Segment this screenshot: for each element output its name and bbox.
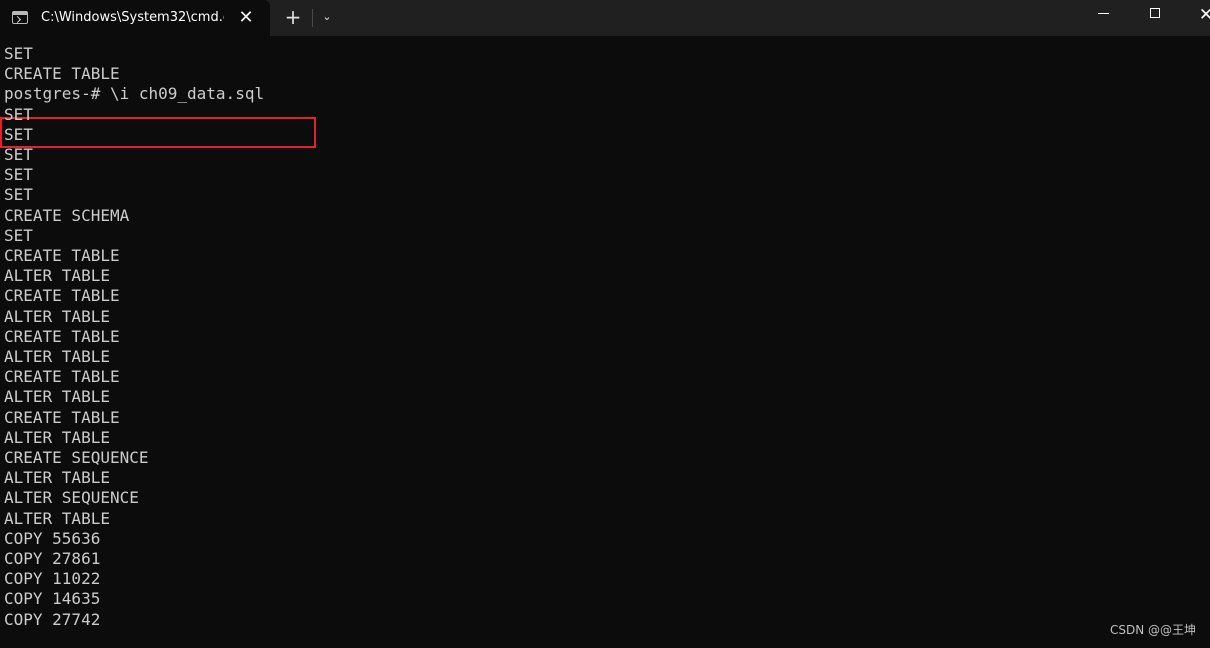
terminal-line: ALTER TABLE bbox=[4, 508, 110, 528]
titlebar-divider bbox=[312, 9, 313, 27]
terminal-line: ALTER TABLE bbox=[4, 266, 110, 286]
terminal-icon bbox=[12, 11, 28, 24]
terminal-line: ALTER TABLE bbox=[4, 468, 110, 488]
minimize-icon bbox=[1098, 13, 1109, 14]
terminal-line: CREATE TABLE bbox=[4, 367, 120, 387]
terminal-line: CREATE TABLE bbox=[4, 246, 120, 265]
maximize-button[interactable] bbox=[1132, 0, 1178, 30]
terminal-line: COPY 11022 bbox=[4, 569, 101, 589]
tab-title: C:\Windows\System32\cmd.e bbox=[41, 10, 224, 25]
window-close-button[interactable]: ✕ bbox=[1183, 0, 1210, 30]
terminal-line: SET bbox=[4, 104, 33, 124]
tab-close-icon[interactable]: ✕ bbox=[236, 8, 256, 28]
terminal-line: COPY 55636 bbox=[4, 528, 101, 548]
terminal-line: SET bbox=[4, 185, 33, 205]
new-tab-button[interactable]: + bbox=[281, 5, 305, 29]
minimize-button[interactable] bbox=[1081, 0, 1127, 30]
title-bar: C:\Windows\System32\cmd.e ✕ + ⌄ ✕ bbox=[0, 0, 1210, 36]
terminal-line: postgres-# \i ch09_data.sql bbox=[4, 84, 265, 104]
terminal-output[interactable]: SET CREATE TABLE postgres-# \i ch09_data.s… bbox=[0, 36, 1210, 648]
terminal-line: ALTER TABLE bbox=[4, 427, 110, 447]
terminal-line: CREATE TABLE bbox=[4, 326, 120, 346]
terminal-line: SET bbox=[4, 145, 33, 164]
terminal-line: COPY 27861 bbox=[4, 549, 101, 568]
watermark: CSDN @@王坤 bbox=[1110, 623, 1197, 637]
chevron-down-icon[interactable]: ⌄ bbox=[317, 6, 337, 28]
terminal-line: SET bbox=[4, 165, 33, 185]
terminal-line: COPY 27742 bbox=[4, 609, 101, 629]
terminal-line: CREATE SCHEMA bbox=[4, 205, 130, 225]
terminal-line: CREATE SEQUENCE bbox=[4, 448, 149, 467]
terminal-line: SET bbox=[4, 44, 33, 63]
terminal-line: ALTER TABLE bbox=[4, 387, 110, 407]
terminal-line: CREATE TABLE bbox=[4, 407, 120, 427]
terminal-line: SET bbox=[4, 225, 33, 245]
terminal-line: CREATE TABLE bbox=[4, 64, 120, 84]
tab-cmd[interactable]: C:\Windows\System32\cmd.e ✕ bbox=[0, 0, 270, 36]
highlight-box bbox=[0, 117, 316, 148]
terminal-line: SET bbox=[4, 124, 33, 144]
terminal-line: ALTER SEQUENCE bbox=[4, 488, 139, 508]
maximize-icon bbox=[1150, 8, 1160, 18]
terminal-line: ALTER TABLE bbox=[4, 347, 110, 366]
terminal-line: COPY 14635 bbox=[4, 589, 101, 609]
terminal-line: CREATE TABLE bbox=[4, 286, 120, 306]
terminal-line: ALTER TABLE bbox=[4, 306, 110, 326]
